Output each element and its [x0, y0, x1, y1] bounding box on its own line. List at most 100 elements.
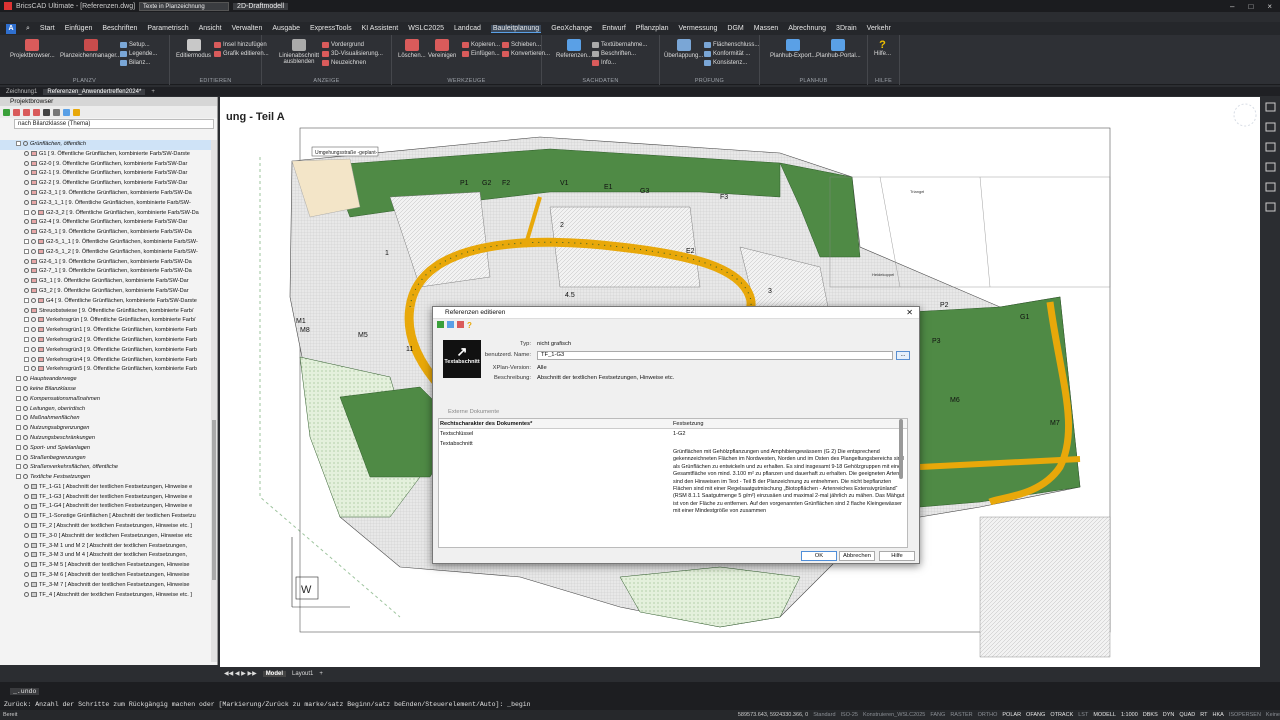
- expand-icon[interactable]: [24, 366, 29, 372]
- visibility-icon[interactable]: [24, 258, 29, 264]
- referenzen-button[interactable]: Referenzen...: [556, 39, 592, 59]
- tree-group[interactable]: Kompensationsmaßnahmen: [0, 395, 212, 405]
- expand-icon[interactable]: [16, 444, 21, 450]
- status-toggle[interactable]: QUAD: [1179, 712, 1195, 718]
- status-toggle[interactable]: ORTHO: [978, 712, 998, 718]
- kopieren-button[interactable]: Kopieren...: [462, 42, 500, 48]
- visibility-icon[interactable]: [24, 572, 29, 578]
- status-toggle[interactable]: ISO-25: [841, 712, 858, 718]
- refresh-icon[interactable]: [3, 108, 10, 116]
- status-toggle[interactable]: Konstruieren_WSLC2025: [863, 712, 925, 718]
- tree-item[interactable]: G2-5_1_1 [ 9. Öffentliche Grünflächen, k…: [0, 238, 212, 248]
- vereinigen-button[interactable]: Vereinigen: [428, 39, 456, 59]
- hilfe-ribbon-button[interactable]: ? Hilfe...: [874, 39, 891, 57]
- copy-icon[interactable]: [33, 108, 40, 116]
- flaechenschluss-button[interactable]: Flächenschluss...: [704, 42, 759, 48]
- visibility-icon[interactable]: [31, 317, 36, 323]
- minimize-button[interactable]: –: [1230, 2, 1234, 11]
- visibility-icon[interactable]: [24, 150, 29, 156]
- visibility-icon[interactable]: [24, 229, 29, 235]
- maximize-button[interactable]: □: [1248, 2, 1253, 11]
- help-icon[interactable]: ?: [467, 321, 472, 330]
- status-toggle[interactable]: DYN: [1163, 712, 1175, 718]
- layers-icon[interactable]: [1265, 122, 1276, 132]
- expand-icon[interactable]: [16, 464, 21, 470]
- visibility-icon[interactable]: [23, 385, 28, 391]
- panel-scrollbar[interactable]: [211, 140, 217, 662]
- status-toggle[interactable]: OFANG: [1026, 712, 1045, 718]
- workspace-selector[interactable]: 2D-Draftmodell: [233, 2, 289, 10]
- tree-item[interactable]: Verkehrsgrün3 [ 9. Öffentliche Grünfläch…: [0, 346, 212, 356]
- section-externe-dokumente[interactable]: Externe Dokumente: [438, 407, 904, 417]
- tab-wslc2025[interactable]: WSLC2025: [408, 25, 444, 32]
- delete-icon[interactable]: [457, 321, 464, 328]
- beschriften-button[interactable]: Beschriften...: [592, 51, 636, 57]
- tree-item[interactable]: G2-0 [ 9. Öffentliche Grünflächen, kombi…: [0, 160, 212, 170]
- expand-icon[interactable]: [24, 317, 29, 323]
- tree-item[interactable]: G2-6_1 [ 9. Öffentliche Grünflächen, kom…: [0, 258, 212, 268]
- cancel-button[interactable]: Abbrechen: [839, 551, 875, 561]
- einfuegen-button[interactable]: Einfügen...: [462, 51, 500, 57]
- tab-vermessung[interactable]: Vermessung: [679, 25, 718, 32]
- quick-search-input[interactable]: Texte in Planzeichnung: [139, 1, 230, 11]
- visibility-icon[interactable]: [24, 483, 29, 489]
- visibility-icon[interactable]: [24, 190, 29, 195]
- projektbrowser-button[interactable]: Projektbrowser...: [10, 39, 55, 59]
- visibility-icon[interactable]: [24, 170, 29, 176]
- expand-icon[interactable]: [24, 336, 29, 342]
- visibility-icon[interactable]: [24, 591, 29, 597]
- expand-icon[interactable]: [16, 434, 21, 440]
- vordergrund-button[interactable]: Vordergrund: [322, 42, 364, 48]
- tab-bauleitplanung[interactable]: Bauleitplanung: [490, 24, 542, 33]
- name-input[interactable]: TF_1-G3: [537, 351, 893, 360]
- visibility-icon[interactable]: [24, 552, 29, 558]
- textuebernahme-button[interactable]: Textübernahme...: [592, 42, 647, 48]
- document-tab[interactable]: Referenzen_Anwendertreffen2024*: [43, 88, 146, 95]
- status-toggle[interactable]: MODELL: [1093, 712, 1116, 718]
- tree-item[interactable]: TF_3-M 5 [ Abschnitt der textlichen Fest…: [0, 561, 212, 571]
- visibility-icon[interactable]: [24, 513, 29, 519]
- tab-landcad[interactable]: Landcad: [454, 25, 481, 32]
- tab-einfügen[interactable]: Einfügen: [65, 25, 93, 32]
- tab-nav-icon[interactable]: ◀◀ ◀ ▶ ▶▶: [224, 670, 257, 677]
- tree-item[interactable]: TF_3-0 [ Abschnitt der textlichen Festse…: [0, 532, 212, 542]
- visibility-icon[interactable]: [24, 503, 29, 509]
- tree-item[interactable]: G3_2 [ 9. Öffentliche Grünflächen, kombi…: [0, 287, 212, 297]
- tree-group[interactable]: Sport- und Spielanlagen: [0, 444, 212, 454]
- visibility-icon[interactable]: [23, 444, 28, 450]
- expand-icon[interactable]: [24, 297, 29, 303]
- refresh-icon[interactable]: [437, 321, 444, 328]
- tree-item[interactable]: Streuobstwiese [ 9. Öffentliche Grünfläc…: [0, 307, 212, 317]
- search-icon[interactable]: ⌕: [26, 25, 30, 33]
- visibility-icon[interactable]: [23, 454, 28, 460]
- tree-item[interactable]: G2-3_1 [ 9. Öffentliche Grünflächen, kom…: [0, 189, 212, 199]
- visibility-icon[interactable]: [31, 248, 36, 254]
- visibility-icon[interactable]: [31, 297, 36, 303]
- loeschen-button[interactable]: Löschen...: [398, 39, 426, 59]
- tree-group[interactable]: keine Bilanzklasse: [0, 385, 212, 395]
- app-menu-button[interactable]: A: [6, 23, 16, 34]
- tree-item[interactable]: G1 [ 9. Öffentliche Grünflächen, kombini…: [0, 150, 212, 160]
- tree-item[interactable]: Verkehrsgrün2 [ 9. Öffentliche Grünfläch…: [0, 336, 212, 346]
- tab-beschriften[interactable]: Beschriften: [102, 25, 137, 32]
- konformitaet-button[interactable]: Konformität ...: [704, 51, 750, 57]
- visibility-icon[interactable]: [24, 287, 29, 293]
- expand-icon[interactable]: [24, 248, 29, 254]
- tab-verkehr[interactable]: Verkehr: [867, 25, 891, 32]
- neuzeichnen-button[interactable]: Neuzeichnen: [322, 60, 366, 66]
- visibility-icon[interactable]: [31, 336, 36, 342]
- tree-item[interactable]: G2-5_1 [ 9. Öffentliche Grünflächen, kom…: [0, 228, 212, 238]
- close-icon[interactable]: ✕: [906, 307, 913, 319]
- tab-ki-assistent[interactable]: KI Assistent: [362, 25, 399, 32]
- visibility-icon[interactable]: [24, 199, 29, 205]
- visibility-icon[interactable]: [24, 219, 29, 225]
- tab-entwurf[interactable]: Entwurf: [602, 25, 626, 32]
- bilanz-button[interactable]: Bilanz...: [120, 60, 150, 66]
- expand-icon[interactable]: [24, 238, 29, 244]
- library-icon[interactable]: [1265, 162, 1276, 172]
- filter-icon[interactable]: [13, 108, 20, 116]
- editiermodus-button[interactable]: Editiermodus: [176, 39, 211, 59]
- visibility-icon[interactable]: [24, 307, 29, 313]
- tree-item[interactable]: TF_3-M 3 und M 4 [ Abschnitt der textlic…: [0, 551, 212, 561]
- visibility-icon[interactable]: [24, 581, 29, 587]
